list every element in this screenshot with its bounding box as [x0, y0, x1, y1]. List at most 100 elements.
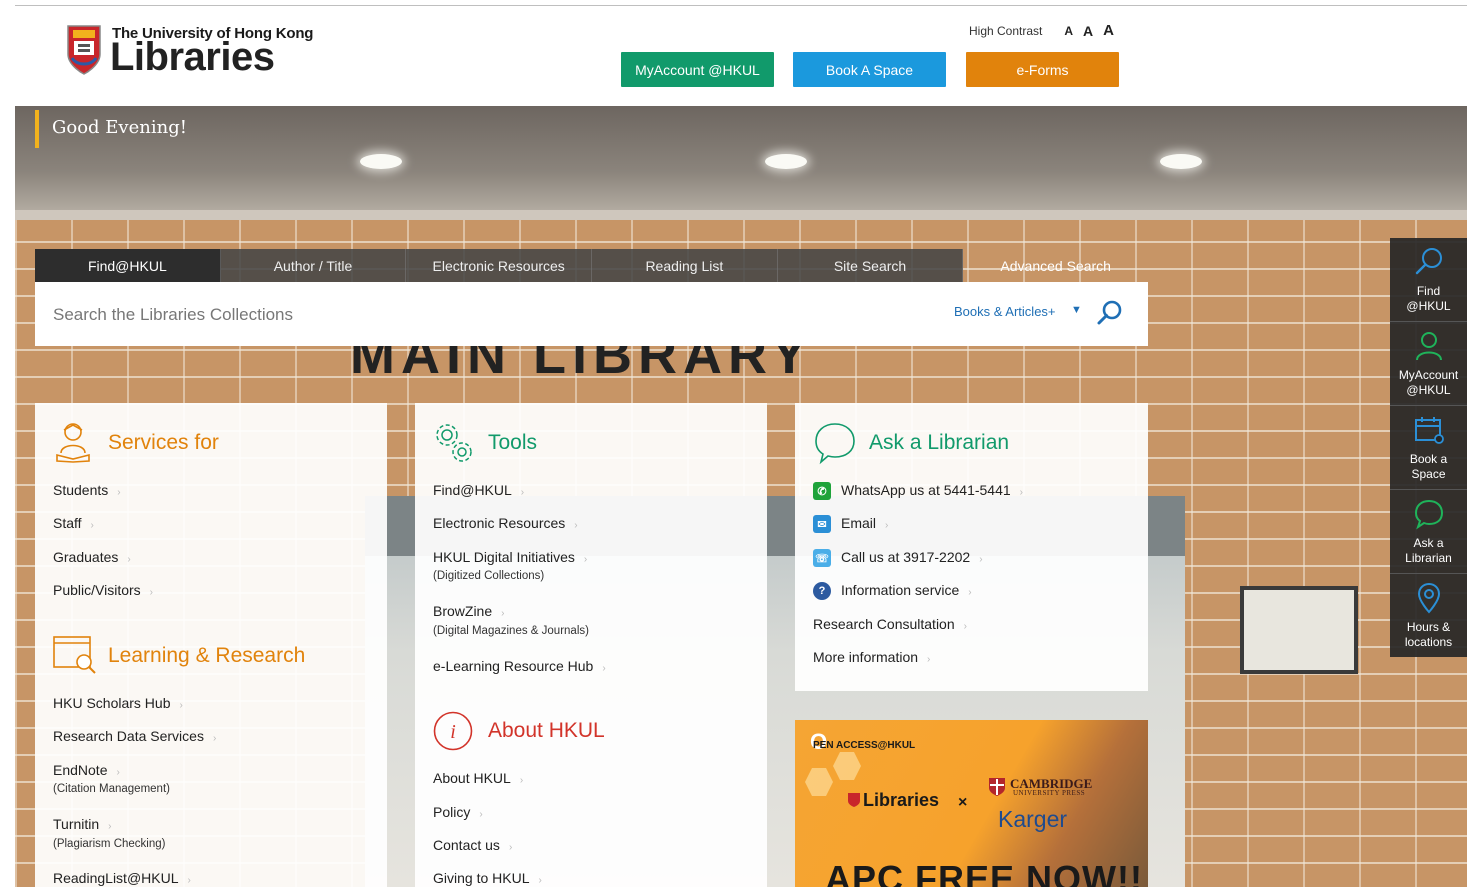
- browser-search-icon: [53, 636, 96, 674]
- quick-links-dock: Find @HKUL MyAccount @HKUL Book a Space: [1390, 238, 1467, 657]
- book-a-space-button[interactable]: Book A Space: [793, 52, 946, 87]
- high-contrast-link[interactable]: High Contrast: [969, 24, 1042, 38]
- about-link-policy[interactable]: Policy ›: [433, 804, 483, 820]
- banner-libraries-logo: Libraries: [863, 790, 940, 810]
- chevron-right-icon: ›: [1019, 487, 1024, 498]
- banner-karger: Karger: [998, 806, 1068, 832]
- about-link-contact[interactable]: Contact us ›: [433, 837, 512, 853]
- hkul-logo[interactable]: The University of Hong Kong Libraries: [65, 24, 313, 80]
- tools-link-digital-initiatives[interactable]: HKUL Digital Initiatives ›: [433, 549, 587, 565]
- browzine-subtitle: (Digital Magazines & Journals): [433, 625, 589, 637]
- chat-bubble-icon: [815, 423, 855, 465]
- eforms-button[interactable]: e-Forms: [966, 52, 1119, 87]
- chevron-right-icon: ›: [479, 809, 483, 820]
- dock-label: Hours & locations: [1404, 620, 1453, 649]
- email-icon: ✉: [813, 515, 831, 533]
- chevron-right-icon: ›: [979, 554, 983, 565]
- learning-link-research-data[interactable]: Research Data Services ›: [53, 728, 216, 744]
- advanced-search-link[interactable]: Advanced Search: [963, 249, 1148, 282]
- chevron-right-icon: ›: [963, 621, 967, 632]
- chevron-down-icon[interactable]: ▼: [1071, 304, 1082, 316]
- hexagon-decoration: [805, 768, 833, 796]
- chevron-right-icon: ›: [968, 587, 972, 598]
- search-scope-select[interactable]: Books & Articles+: [954, 304, 1056, 319]
- chevron-right-icon: ›: [501, 608, 505, 619]
- about-link-giving[interactable]: Giving to HKUL ›: [433, 870, 542, 886]
- chevron-right-icon: ›: [212, 733, 217, 744]
- ceiling-light: [1160, 154, 1202, 169]
- logo-libraries: Libraries: [110, 35, 275, 79]
- chevron-right-icon: ›: [508, 842, 513, 853]
- search-input[interactable]: [53, 300, 753, 330]
- search-box: Books & Articles+ ▼: [35, 282, 1148, 346]
- accessibility-controls: High Contrast A A A: [969, 22, 1114, 39]
- dock-hours-locations[interactable]: Hours & locations: [1390, 574, 1467, 658]
- dock-find-hkul[interactable]: Find @HKUL: [1390, 238, 1467, 322]
- search-tabs: Find@HKUL Author / Title Electronic Reso…: [35, 249, 1148, 282]
- chevron-right-icon: ›: [602, 663, 606, 674]
- tools-link-find-hkul[interactable]: Find@HKUL ›: [433, 482, 524, 498]
- info-icon: i: [433, 711, 473, 751]
- ask-librarian-card: Ask a Librarian ✆ WhatsApp us at 5441-54…: [795, 403, 1148, 691]
- learning-link-readinglist[interactable]: ReadingList@HKUL ›: [53, 870, 191, 886]
- banner-cambridge-sub: UNIVERSITY PRESS: [1013, 789, 1086, 797]
- chevron-right-icon: ›: [520, 487, 525, 498]
- ask-link-information-service[interactable]: Information service ›: [841, 582, 972, 598]
- tools-link-browzine[interactable]: BrowZine ›: [433, 603, 504, 619]
- dock-label: Book a Space: [1409, 452, 1448, 481]
- whatsapp-icon: ✆: [813, 482, 831, 500]
- chevron-right-icon: ›: [574, 520, 578, 531]
- font-size-large-button[interactable]: A: [1103, 22, 1114, 39]
- services-for-title: Services for: [108, 431, 219, 454]
- tools-link-electronic-resources[interactable]: Electronic Resources ›: [433, 515, 578, 531]
- search-icon: [1415, 248, 1442, 275]
- tab-reading-list[interactable]: Reading List: [592, 249, 778, 282]
- dock-label: Ask a Librarian: [1405, 536, 1452, 565]
- banner-times-sign: ×: [958, 794, 968, 811]
- tools-title: Tools: [488, 431, 538, 454]
- ask-link-more-information[interactable]: More information ›: [813, 649, 930, 665]
- dock-myaccount[interactable]: MyAccount @HKUL: [1390, 322, 1467, 406]
- open-access-banner[interactable]: O PEN ACCESS@HKUL Libraries × CAMBRIDGE …: [795, 720, 1148, 887]
- chevron-right-icon: ›: [583, 554, 588, 565]
- about-link-about[interactable]: About HKUL ›: [433, 770, 523, 786]
- myaccount-button[interactable]: MyAccount @HKUL: [621, 52, 774, 87]
- services-card: Services for Students › Staff › Graduates ›…: [35, 403, 387, 887]
- chevron-right-icon: ›: [117, 487, 121, 498]
- dock-label: Find @HKUL: [1406, 284, 1451, 313]
- page: The University of Hong Kong Libraries Hi…: [0, 0, 1473, 887]
- services-link-public-visitors[interactable]: Public/Visitors ›: [53, 582, 153, 598]
- services-link-staff[interactable]: Staff ›: [53, 515, 94, 531]
- tab-author-title[interactable]: Author / Title: [220, 249, 407, 282]
- chevron-right-icon: ›: [90, 520, 94, 531]
- ask-link-email[interactable]: Email ›: [841, 515, 888, 531]
- digital-initiatives-subtitle: (Digitized Collections): [433, 570, 545, 582]
- ask-link-call[interactable]: Call us at 3917-2202 ›: [841, 549, 983, 565]
- chevron-right-icon: ›: [179, 700, 183, 711]
- top-divider: [15, 5, 1467, 6]
- tab-find-hkul[interactable]: Find@HKUL: [35, 249, 221, 282]
- search-icon[interactable]: [1095, 298, 1125, 328]
- university-crest-icon: [67, 25, 101, 75]
- gears-icon: [436, 424, 472, 462]
- tab-electronic-resources[interactable]: Electronic Resources: [406, 249, 593, 282]
- dock-book-space[interactable]: Book a Space: [1390, 406, 1467, 490]
- services-link-students[interactable]: Students ›: [53, 482, 121, 498]
- calendar-icon: [1414, 417, 1444, 444]
- greeting-accent-bar: [35, 110, 39, 148]
- ask-link-research-consultation[interactable]: Research Consultation ›: [813, 616, 967, 632]
- ask-link-whatsapp[interactable]: WhatsApp us at 5441-5441 ›: [841, 482, 1023, 498]
- chevron-right-icon: ›: [519, 775, 524, 786]
- services-link-graduates[interactable]: Graduates ›: [53, 549, 131, 565]
- dock-ask-librarian[interactable]: Ask a Librarian: [1390, 490, 1467, 574]
- learning-link-scholars-hub[interactable]: HKU Scholars Hub ›: [53, 695, 183, 711]
- learning-link-turnitin[interactable]: Turnitin ›: [53, 816, 112, 832]
- font-size-small-button[interactable]: A: [1064, 24, 1073, 38]
- about-hkul-title: About HKUL: [488, 719, 605, 742]
- tab-site-search[interactable]: Site Search: [777, 249, 964, 282]
- ceiling-beam: [15, 210, 1467, 220]
- tools-link-elearning-hub[interactable]: e-Learning Resource Hub ›: [433, 658, 606, 674]
- greeting-text: Good Evening!: [52, 117, 187, 138]
- font-size-medium-button[interactable]: A: [1083, 23, 1093, 39]
- learning-link-endnote[interactable]: EndNote ›: [53, 762, 120, 778]
